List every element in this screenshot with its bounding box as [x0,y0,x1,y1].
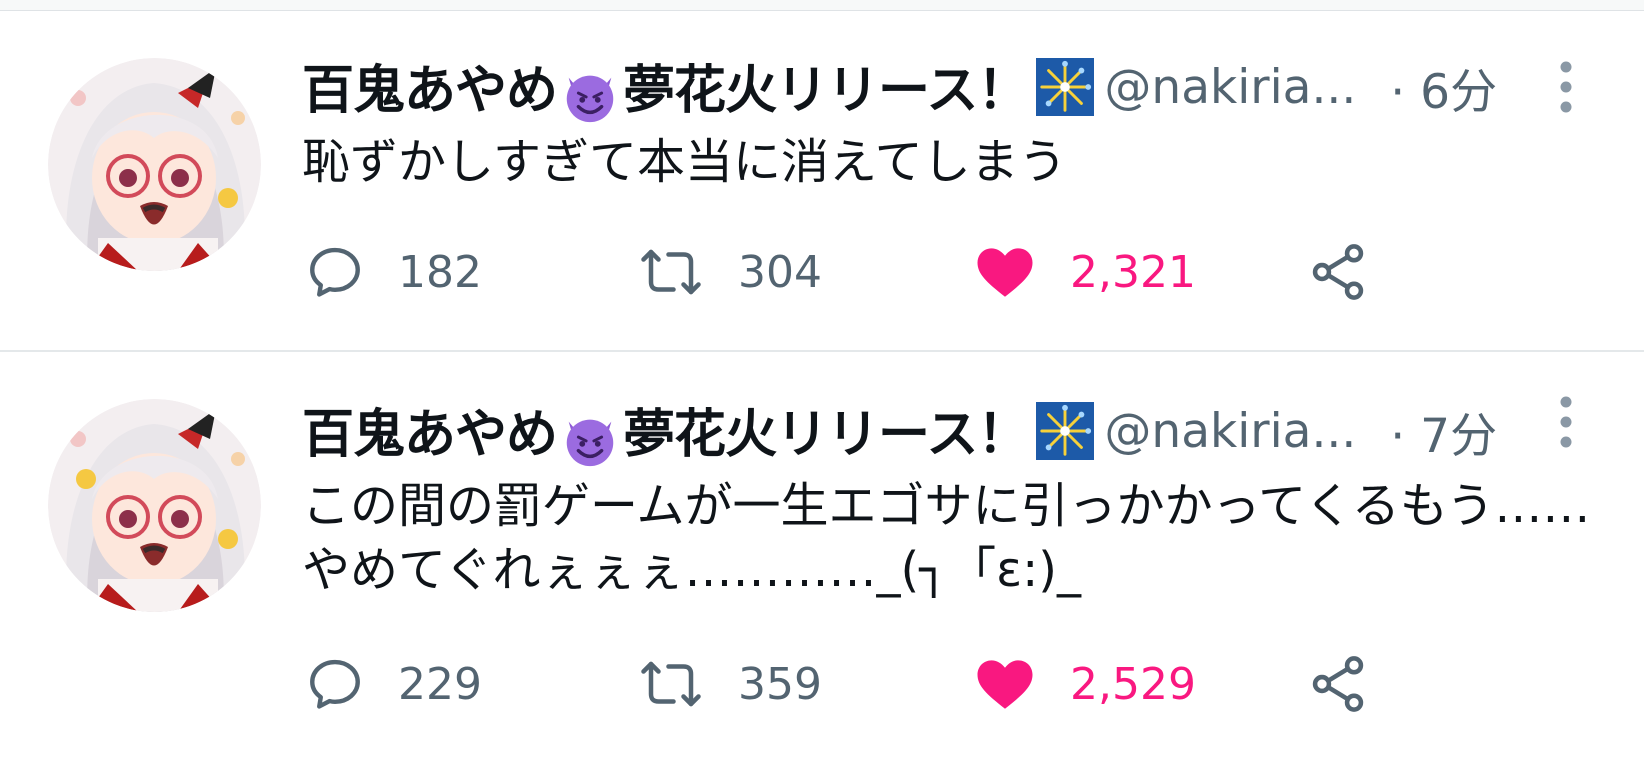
tweet[interactable]: 百鬼あやめ 夢花火リリース！ @nakiria... · 7分 この間の罰ゲーム… [0,354,1644,757]
tweet-actions: 182 304 2,321 [0,232,1644,312]
author-name[interactable]: 百鬼あやめ 夢花火リリース！ [302,392,1029,469]
firework-emoji-icon [1036,402,1095,460]
tweet-time[interactable]: · 6分 [1390,53,1497,122]
like-count: 2,321 [1070,246,1196,298]
author-name-part1: 百鬼あやめ [302,62,558,121]
reply-button[interactable]: 229 [304,644,482,724]
share-icon [1312,244,1364,300]
author-name[interactable]: 百鬼あやめ 夢花火リリース！ [302,48,1029,125]
retweet-icon [641,249,701,295]
tweet-text: この間の罰ゲームが一生エゴサに引っかかってくるもう……やめてぐれぇぇぇ…………_… [302,478,1591,598]
tweet-header: 百鬼あやめ 夢花火リリース！ @nakiria... · 7分 [302,396,1497,466]
author-handle[interactable]: @nakiria... [1104,404,1356,459]
heart-filled-icon [977,248,1033,297]
author-handle[interactable]: @nakiria... [1104,60,1356,115]
author-name-part2: 夢花火リリース！ [623,406,1029,465]
tweet-actions: 229 359 2,529 [0,644,1644,724]
smiling-devil-emoji-icon [566,419,614,466]
retweet-icon [641,661,701,707]
reply-count: 182 [398,246,482,298]
retweet-count: 304 [738,246,822,298]
like-button[interactable]: 2,321 [972,232,1196,312]
reply-icon [310,247,360,297]
author-name-part1: 百鬼あやめ [302,406,558,465]
like-count: 2,529 [1070,658,1196,710]
retweet-count: 359 [738,658,822,710]
share-button[interactable] [1306,232,1370,312]
retweet-button[interactable]: 359 [636,644,822,724]
more-options-icon[interactable] [1552,57,1580,117]
tweet-time[interactable]: · 7分 [1390,397,1497,466]
top-divider [0,0,1644,11]
firework-emoji-icon [1036,58,1095,116]
share-button[interactable] [1306,644,1370,724]
reply-button[interactable]: 182 [304,232,482,312]
smiling-devil-emoji-icon [566,75,614,122]
reply-count: 229 [398,658,482,710]
tweet-header: 百鬼あやめ 夢花火リリース！ @nakiria... · 6分 [302,52,1497,122]
like-button[interactable]: 2,529 [972,644,1196,724]
avatar[interactable] [48,399,261,612]
share-icon [1312,656,1364,712]
author-name-part2: 夢花火リリース！ [623,62,1029,121]
tweet[interactable]: 百鬼あやめ 夢花火リリース！ @nakiria... · 6分 恥ずかしすぎて本… [0,12,1644,352]
retweet-button[interactable]: 304 [636,232,822,312]
reply-icon [310,659,360,709]
more-options-icon[interactable] [1552,392,1580,452]
heart-filled-icon [977,660,1033,709]
tweet-text: 恥ずかしすぎて本当に消えてしまう [302,134,1067,190]
